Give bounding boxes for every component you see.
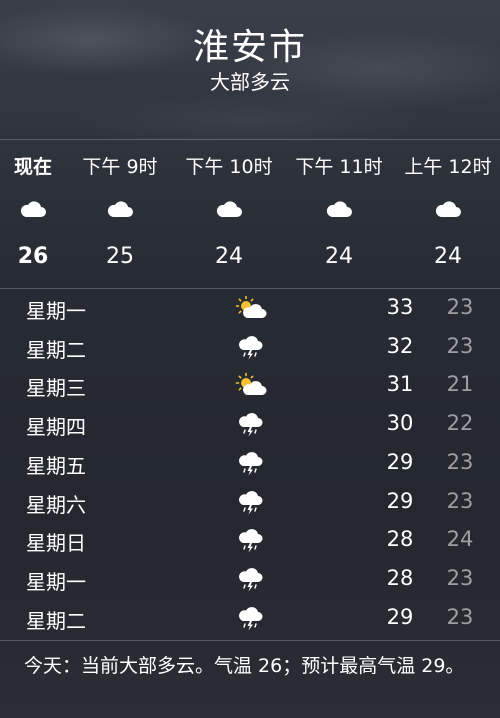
cloud-icon bbox=[435, 201, 461, 217]
current-condition: 大部多云 bbox=[210, 70, 290, 94]
hour-label: 下午 10时 bbox=[185, 156, 273, 178]
day-low: 24 bbox=[446, 527, 474, 552]
hourly-forecast[interactable]: 现在 26 下午 9时 25 下午 10时 24 下午 11时 24 上午 12… bbox=[0, 140, 500, 288]
partly-sunny-icon bbox=[235, 373, 267, 396]
today-summary: 今天：当前大部多云。气温 26；预计最高气温 29。 bbox=[24, 655, 465, 677]
day-high: 33 bbox=[386, 295, 414, 319]
day-high: 29 bbox=[386, 488, 414, 513]
day-high: 29 bbox=[386, 604, 414, 629]
day-name: 星期六 bbox=[26, 492, 86, 517]
thunderstorm-icon bbox=[239, 490, 263, 514]
hour-temp: 24 bbox=[215, 244, 243, 269]
day-high: 32 bbox=[386, 333, 414, 358]
thunderstorm-icon bbox=[239, 529, 263, 553]
day-low: 21 bbox=[446, 372, 474, 397]
day-low: 23 bbox=[446, 449, 474, 474]
day-name: 星期二 bbox=[26, 608, 86, 633]
thunderstorm-icon bbox=[239, 568, 263, 592]
day-name: 星期二 bbox=[26, 337, 86, 362]
day-high: 31 bbox=[386, 372, 414, 397]
cloud-icon bbox=[216, 201, 242, 217]
day-low: 23 bbox=[446, 333, 474, 358]
daily-row: 星期一 28 23 bbox=[0, 560, 500, 599]
day-high: 28 bbox=[386, 565, 414, 590]
thunderstorm-icon bbox=[239, 413, 263, 437]
day-low: 22 bbox=[446, 411, 474, 436]
hour-label: 下午 9时 bbox=[82, 156, 158, 178]
day-high: 28 bbox=[386, 527, 414, 552]
hour-temp: 24 bbox=[434, 244, 462, 269]
partly-sunny-icon bbox=[235, 295, 267, 318]
daily-row: 星期一 33 23 bbox=[0, 289, 500, 328]
divider bbox=[0, 640, 500, 641]
day-name: 星期五 bbox=[26, 453, 86, 478]
cloud-icon bbox=[20, 201, 46, 217]
cloud-icon bbox=[326, 201, 352, 217]
city-name: 淮安市 bbox=[192, 27, 307, 68]
cloud-icon bbox=[107, 201, 133, 217]
day-low: 23 bbox=[446, 604, 474, 629]
thunderstorm-icon bbox=[239, 335, 263, 360]
daily-row: 星期五 29 23 bbox=[0, 444, 500, 483]
daily-row: 星期三 31 21 bbox=[0, 366, 500, 405]
day-name: 星期日 bbox=[26, 531, 86, 556]
day-low: 23 bbox=[446, 295, 474, 319]
hour-temp: 24 bbox=[325, 244, 353, 269]
hour-temp: 25 bbox=[106, 244, 134, 269]
day-name: 星期四 bbox=[26, 415, 86, 440]
thunderstorm-icon bbox=[239, 606, 263, 631]
day-high: 29 bbox=[386, 449, 414, 474]
day-name: 星期三 bbox=[26, 376, 86, 401]
day-low: 23 bbox=[446, 488, 474, 513]
day-low: 23 bbox=[446, 565, 474, 590]
hour-label: 下午 11时 bbox=[295, 156, 383, 178]
day-name: 星期一 bbox=[26, 299, 86, 323]
daily-row: 星期二 32 23 bbox=[0, 328, 500, 367]
daily-row: 星期日 28 24 bbox=[0, 521, 500, 560]
day-name: 星期一 bbox=[26, 569, 86, 594]
daily-row: 星期六 29 23 bbox=[0, 483, 500, 522]
thunderstorm-icon bbox=[239, 451, 263, 476]
daily-row: 星期四 30 22 bbox=[0, 405, 500, 444]
hour-label: 上午 12时 bbox=[404, 156, 492, 178]
daily-row: 星期二 29 23 bbox=[0, 599, 500, 638]
day-high: 30 bbox=[386, 411, 414, 436]
location-header: 淮安市 大部多云 bbox=[0, 0, 500, 140]
